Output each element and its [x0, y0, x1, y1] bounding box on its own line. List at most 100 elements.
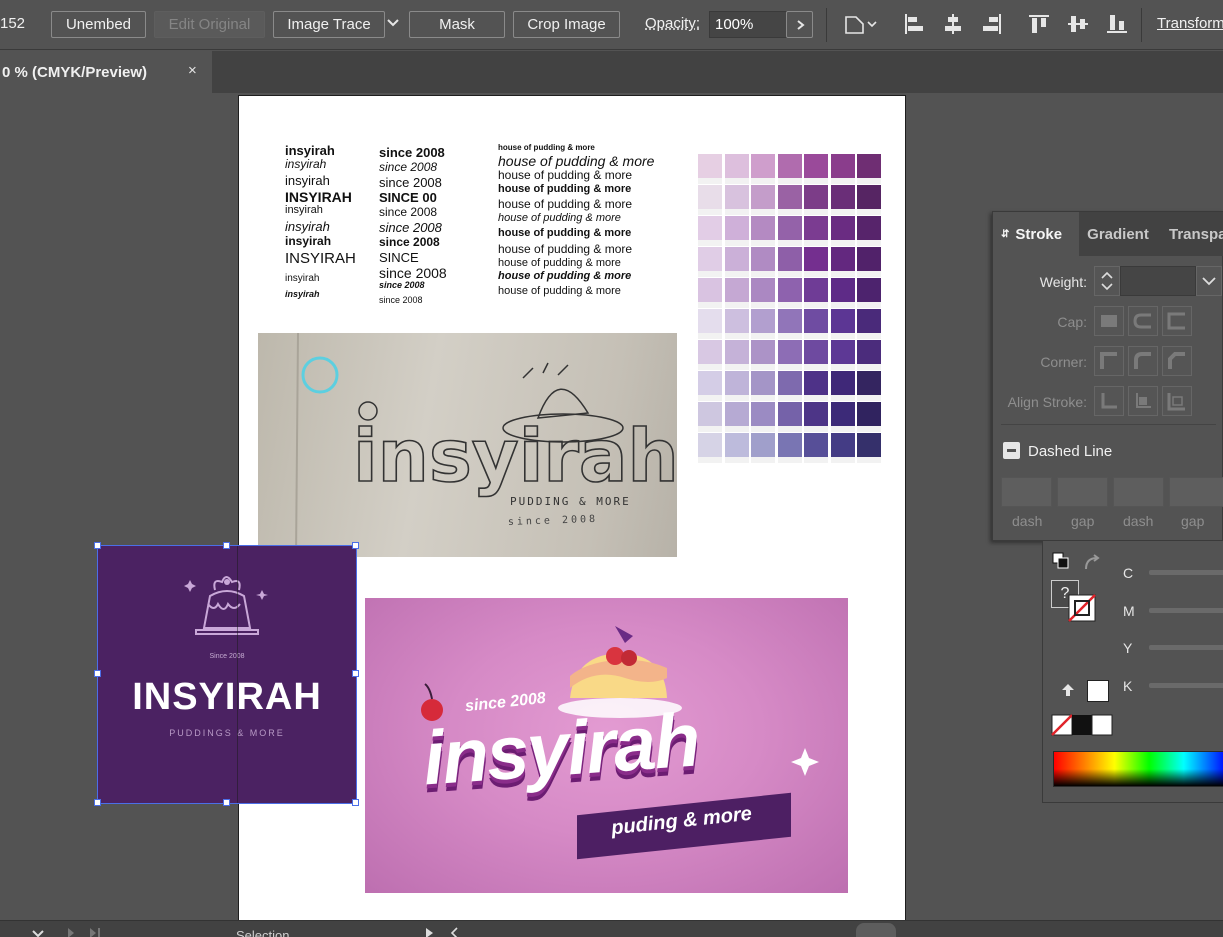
bevel-join-button[interactable]	[1162, 346, 1192, 376]
swatch-label-strip	[724, 209, 749, 215]
resize-handle[interactable]	[352, 670, 359, 677]
col3-sample: house of pudding & more	[498, 143, 595, 152]
resize-handle[interactable]	[94, 542, 101, 549]
resize-handle[interactable]	[223, 542, 230, 549]
swatch-chip	[777, 402, 802, 426]
align-right-icon[interactable]	[981, 13, 1003, 35]
round-join-button[interactable]	[1128, 346, 1158, 376]
align-stroke-center-button[interactable]	[1094, 386, 1124, 416]
image-trace-dropdown-icon[interactable]	[385, 14, 401, 36]
panel-tab-row: ⇵ Stroke Gradient Transpa	[993, 212, 1223, 256]
pink-logo-mockup: since 2008 insyirah puding & more	[365, 598, 848, 893]
swatch-label-strip	[857, 271, 881, 277]
yellow-slider[interactable]	[1149, 645, 1223, 650]
color-spectrum[interactable]	[1053, 751, 1223, 787]
page-nav-icon[interactable]	[64, 927, 104, 937]
swatch-label-strip	[777, 395, 802, 401]
resize-handle[interactable]	[94, 799, 101, 806]
unembed-button[interactable]: Unembed	[51, 11, 146, 38]
swatch-chip	[830, 154, 855, 178]
col3-sample: house of pudding & more	[498, 227, 632, 239]
default-fill-stroke-icon[interactable]	[1051, 551, 1073, 573]
status-menu-icon[interactable]	[424, 927, 464, 937]
projecting-cap-button[interactable]	[1162, 306, 1192, 336]
butt-cap-button[interactable]	[1094, 306, 1124, 336]
swatch-chip	[804, 433, 828, 457]
col2-sample: SINCE	[379, 250, 419, 265]
horizontal-scroll-thumb[interactable]	[856, 923, 896, 937]
document-tab[interactable]: 0 % (CMYK/Preview) ×	[0, 51, 212, 93]
swatch-chip	[777, 340, 802, 364]
swatch-chip	[698, 371, 722, 395]
swatch-chip	[857, 433, 881, 457]
image-trace-button[interactable]: Image Trace	[273, 11, 385, 38]
col3-sample: house of pudding & more	[498, 270, 632, 282]
crop-image-button[interactable]: Crop Image	[513, 11, 620, 38]
gap-field-1[interactable]	[1057, 477, 1108, 507]
tab-stroke[interactable]: ⇵ Stroke	[993, 212, 1079, 256]
align-center-icon[interactable]	[942, 13, 964, 35]
purple-swatch-chart	[698, 154, 884, 464]
dash-field-1[interactable]	[1001, 477, 1052, 507]
swatch-chip	[751, 309, 775, 333]
col1-sample: insyirah	[285, 173, 330, 188]
dashed-line-checkbox[interactable]	[1003, 442, 1020, 459]
close-icon[interactable]: ×	[188, 62, 197, 79]
swatch-chip	[830, 309, 855, 333]
col2-sample: since 2008	[379, 160, 438, 174]
weight-input[interactable]	[1120, 266, 1196, 296]
dash-field-2[interactable]	[1113, 477, 1164, 507]
align-stroke-outside-button[interactable]	[1162, 386, 1192, 416]
last-color-swatch[interactable]	[1087, 680, 1109, 702]
yellow-label: Y	[1123, 640, 1133, 656]
swatch-chip	[751, 371, 775, 395]
mask-button[interactable]: Mask	[409, 11, 505, 38]
last-color-arrow-icon[interactable]	[1059, 681, 1077, 699]
swatch-label-strip	[830, 209, 855, 215]
swatch-label-strip	[857, 457, 881, 463]
swap-fill-stroke-icon[interactable]	[1081, 553, 1103, 575]
swatch-chip	[751, 154, 775, 178]
swatch-label-strip	[724, 426, 749, 432]
stroke-none-swatch[interactable]	[1067, 593, 1097, 623]
swatch-chip	[804, 185, 828, 209]
opacity-label: Opacity:	[645, 15, 701, 32]
opacity-input[interactable]: 100%	[709, 11, 787, 38]
swatch-chip	[751, 278, 775, 302]
resize-handle[interactable]	[223, 799, 230, 806]
swatch-label-strip	[777, 240, 802, 246]
tab-transparency[interactable]: Transpa	[1159, 212, 1223, 256]
resize-handle[interactable]	[94, 670, 101, 677]
swatch-chip	[777, 216, 802, 240]
dash-label-2: dash	[1123, 513, 1154, 529]
magenta-slider[interactable]	[1149, 608, 1223, 613]
swatch-label-strip	[698, 457, 722, 463]
swatch-label-strip	[724, 302, 749, 308]
align-bottom-icon[interactable]	[1106, 13, 1128, 35]
weight-stepper[interactable]	[1094, 266, 1120, 296]
swatch-label-strip	[857, 395, 881, 401]
resize-handle[interactable]	[352, 542, 359, 549]
tab-gradient[interactable]: Gradient	[1079, 212, 1157, 256]
swatch-chip	[724, 247, 749, 271]
transform-shape-icon[interactable]	[843, 13, 879, 35]
resize-handle[interactable]	[352, 799, 359, 806]
cyan-slider[interactable]	[1149, 570, 1223, 575]
edit-original-button[interactable]: Edit Original	[154, 11, 265, 38]
miter-join-button[interactable]	[1094, 346, 1124, 376]
weight-dropdown[interactable]	[1196, 266, 1222, 296]
chevron-down-icon[interactable]	[30, 929, 46, 937]
gap-field-2[interactable]	[1169, 477, 1223, 507]
transform-link[interactable]: Transform	[1157, 15, 1223, 32]
swatch-label-strip	[777, 271, 802, 277]
align-middle-icon[interactable]	[1067, 13, 1089, 35]
opacity-arrow-button[interactable]	[786, 11, 813, 38]
swatch-chip	[724, 340, 749, 364]
round-cap-button[interactable]	[1128, 306, 1158, 336]
black-slider[interactable]	[1149, 683, 1223, 688]
swatch-chip	[830, 278, 855, 302]
align-top-icon[interactable]	[1028, 13, 1050, 35]
align-stroke-inside-button[interactable]	[1128, 386, 1158, 416]
none-black-white-swatches[interactable]	[1051, 714, 1113, 736]
align-left-icon[interactable]	[903, 13, 925, 35]
